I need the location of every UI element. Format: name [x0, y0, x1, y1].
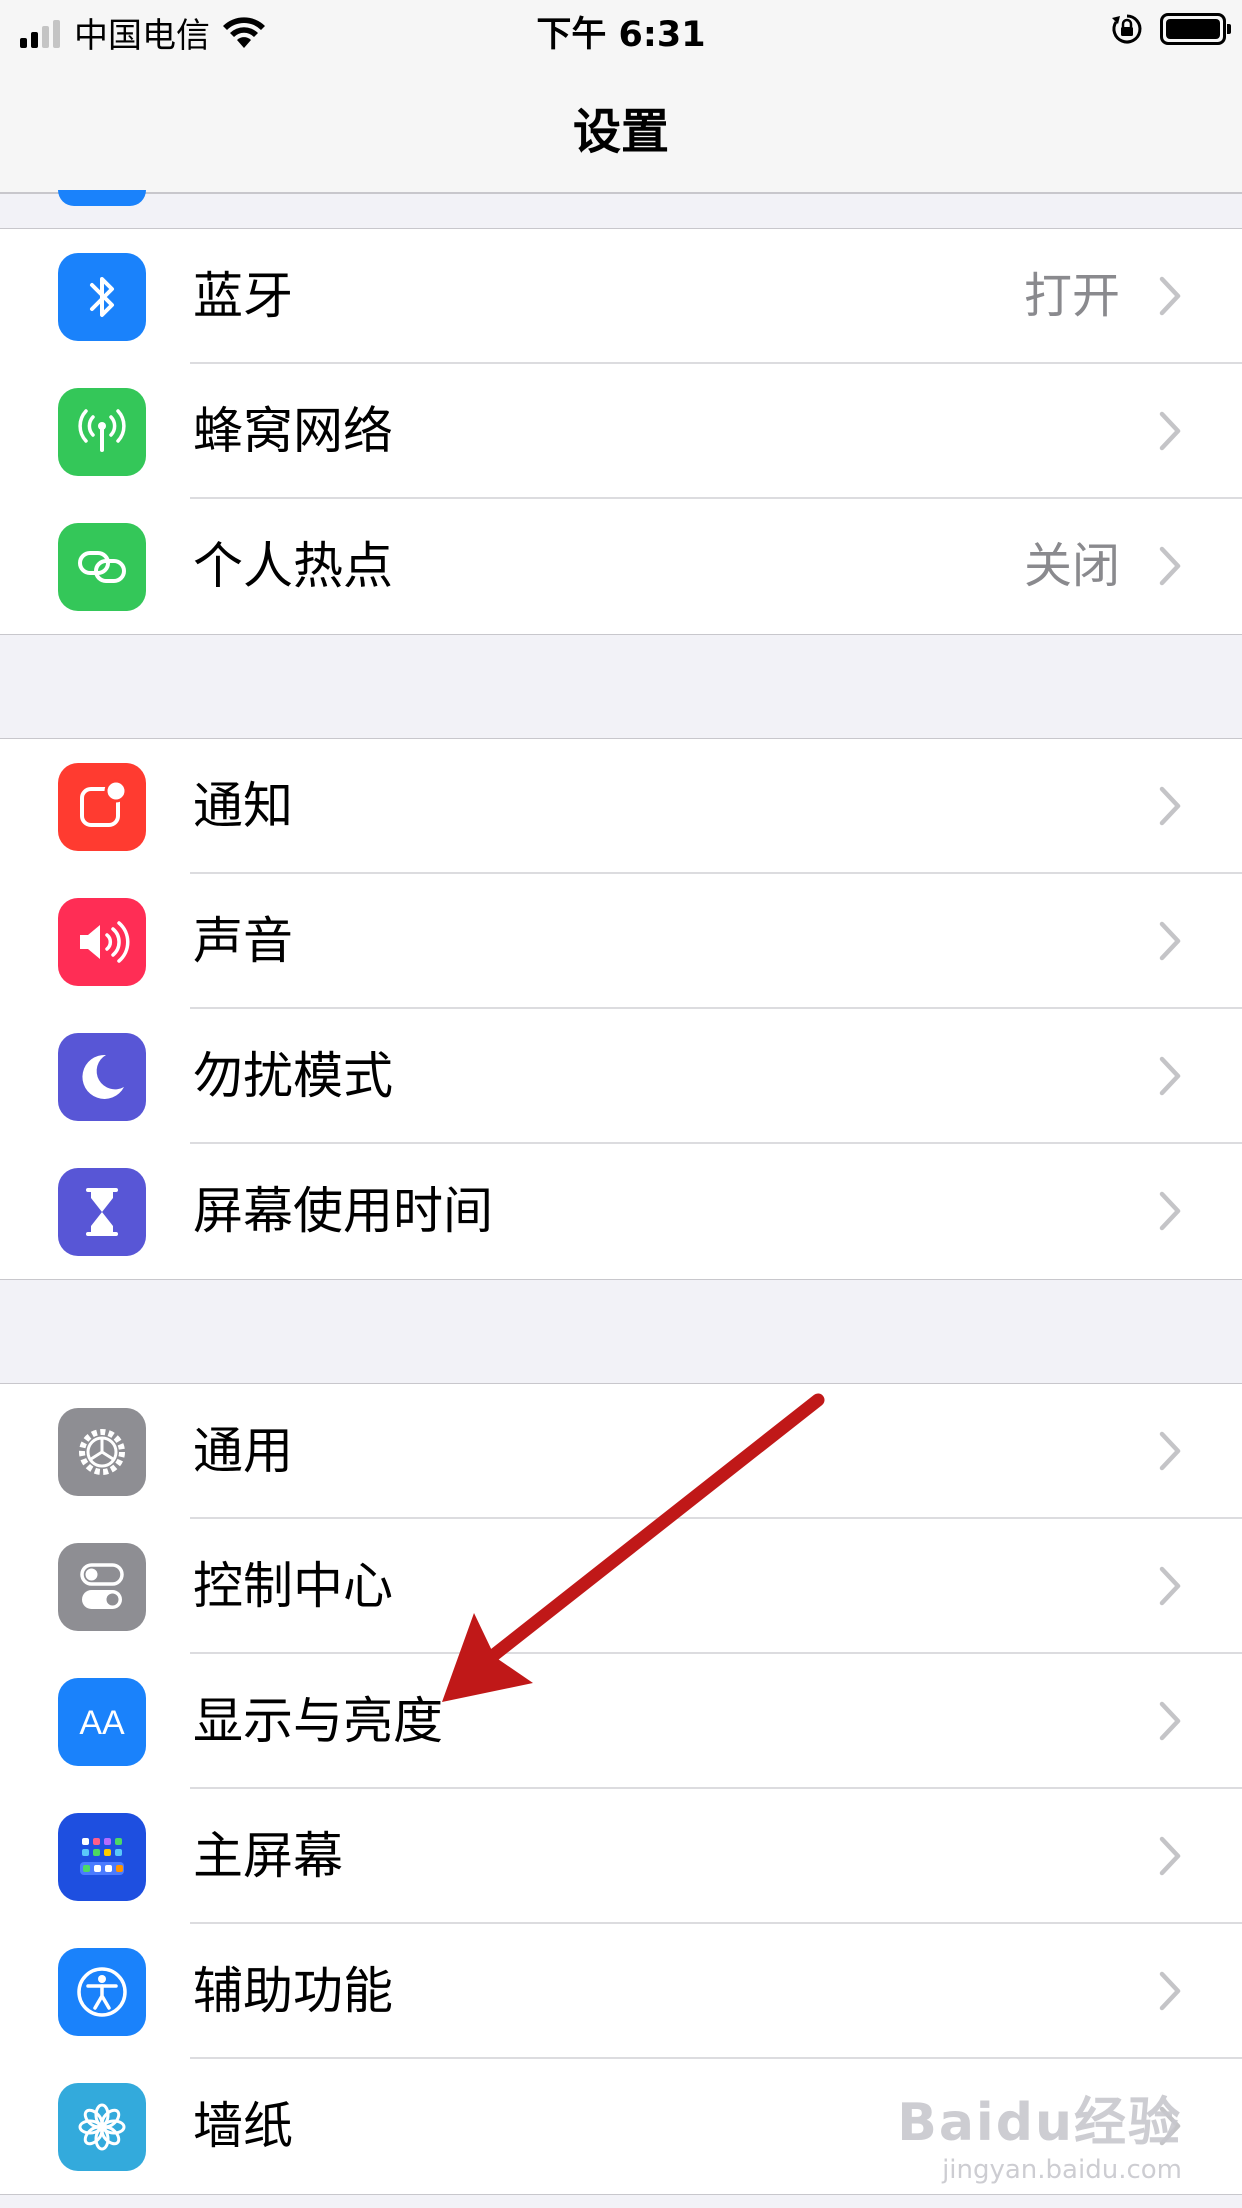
- moon-icon: [58, 1033, 146, 1121]
- cellular-antenna-icon: [58, 388, 146, 476]
- chevron-right-icon: [1159, 1056, 1181, 1096]
- settings-row-bluetooth[interactable]: 蓝牙 打开: [0, 229, 1242, 364]
- watermark-logo: Baidu经验: [897, 2093, 1182, 2153]
- settings-row-label: 勿扰模式: [193, 1047, 393, 1105]
- settings-row-general[interactable]: 通用: [0, 1384, 1242, 1519]
- home-screen-icon: [58, 1813, 146, 1901]
- settings-row-label: 控制中心: [193, 1557, 393, 1615]
- settings-row-accessibility[interactable]: 辅助功能: [0, 1924, 1242, 2059]
- settings-row-notifications[interactable]: 通知: [0, 739, 1242, 874]
- settings-row-label: 通用: [193, 1422, 293, 1480]
- settings-row-label: 通知: [193, 777, 293, 835]
- status-bar: 中国电信 下午 6:31: [0, 0, 1242, 62]
- chevron-right-icon: [1159, 1836, 1181, 1876]
- settings-row-personal-hotspot[interactable]: 个人热点 关闭: [0, 499, 1242, 634]
- settings-row-label: 辅助功能: [193, 1962, 393, 2020]
- status-right: [1110, 12, 1231, 46]
- settings-row-label: 屏幕使用时间: [193, 1182, 493, 1240]
- settings-row-sounds[interactable]: 声音: [0, 874, 1242, 1009]
- watermark: Baidu经验 jingyan.baidu.com: [862, 2080, 1182, 2190]
- flower-icon: [58, 2083, 146, 2171]
- page-title: 设置: [572, 104, 669, 160]
- settings-row-label: 蓝牙: [193, 267, 293, 325]
- speaker-icon: [58, 898, 146, 986]
- accessibility-icon: [58, 1948, 146, 2036]
- rotation-lock-icon: [1112, 14, 1142, 44]
- navigation-bar: 设置: [0, 62, 1242, 194]
- chevron-right-icon: [1159, 1191, 1181, 1231]
- settings-group-general: 通用 控制中心 AA 显示与亮度 主屏幕 辅助功能 墙纸: [0, 1383, 1242, 2195]
- status-time: 下午 6:31: [536, 15, 706, 55]
- chevron-right-icon: [1159, 546, 1181, 586]
- battery-icon: [1160, 13, 1231, 45]
- chevron-right-icon: [1159, 1971, 1181, 2011]
- settings-group-connectivity: 蓝牙 打开 蜂窝网络 个人热点 关闭: [0, 228, 1242, 635]
- bluetooth-icon: [58, 253, 146, 341]
- settings-group-notifications: 通知 声音 勿扰模式 屏幕使用时间: [0, 738, 1242, 1280]
- chevron-right-icon: [1159, 1701, 1181, 1741]
- settings-row-display-brightness[interactable]: AA 显示与亮度: [0, 1654, 1242, 1789]
- settings-row-screen-time[interactable]: 屏幕使用时间: [0, 1144, 1242, 1279]
- settings-row-control-center[interactable]: 控制中心: [0, 1519, 1242, 1654]
- notifications-icon: [58, 763, 146, 851]
- gear-icon: [58, 1408, 146, 1496]
- settings-row-home-screen[interactable]: 主屏幕: [0, 1789, 1242, 1924]
- settings-row-label: 个人热点: [193, 537, 393, 595]
- chevron-right-icon: [1159, 921, 1181, 961]
- chevron-right-icon: [1159, 411, 1181, 451]
- chevron-right-icon: [1159, 786, 1181, 826]
- toggles-icon: [58, 1543, 146, 1631]
- settings-row-label: 声音: [193, 912, 293, 970]
- chevron-right-icon: [1159, 1431, 1181, 1471]
- settings-row-value: 关闭: [1023, 538, 1120, 594]
- hourglass-icon: [58, 1168, 146, 1256]
- settings-row-value: 打开: [1023, 268, 1120, 324]
- personal-hotspot-icon: [58, 523, 146, 611]
- settings-row-label: 墙纸: [193, 2097, 293, 2155]
- text-size-icon: AA: [58, 1678, 146, 1766]
- settings-row-label: 显示与亮度: [193, 1692, 443, 1750]
- chevron-right-icon: [1159, 276, 1181, 316]
- settings-row-do-not-disturb[interactable]: 勿扰模式: [0, 1009, 1242, 1144]
- svg-text:AA: AA: [79, 1704, 125, 1742]
- partial-wifi-row-icon: [58, 190, 146, 206]
- settings-row-label: 主屏幕: [193, 1827, 343, 1885]
- settings-row-label: 蜂窝网络: [193, 402, 393, 460]
- chevron-right-icon: [1159, 1566, 1181, 1606]
- settings-row-cellular[interactable]: 蜂窝网络: [0, 364, 1242, 499]
- watermark-url: jingyan.baidu.com: [942, 2155, 1182, 2185]
